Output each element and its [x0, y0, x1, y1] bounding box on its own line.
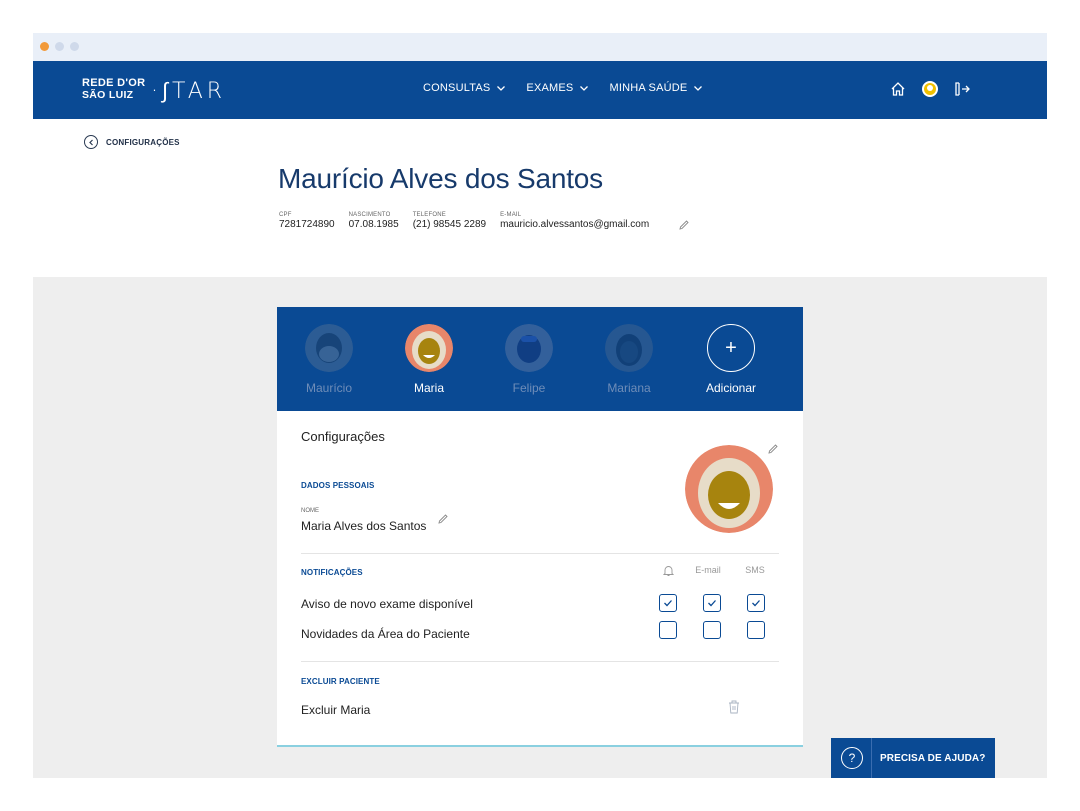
window-minimize-dot[interactable]: [55, 42, 64, 51]
mauricio-avatar: [305, 324, 353, 372]
meta-email-key: E-MAIL: [500, 212, 522, 218]
menu-consultas[interactable]: CONSULTAS: [423, 82, 506, 94]
checkbox-new-exam-email[interactable]: [703, 594, 721, 612]
tab-felipe[interactable]: Felipe: [489, 324, 569, 395]
menu-minha-saude[interactable]: MINHA SAÚDE: [609, 82, 703, 94]
divider: [301, 661, 779, 662]
rede-dor-logo[interactable]: REDE D'OR SÃO LUIZ: [82, 77, 145, 101]
felipe-avatar: [505, 324, 553, 372]
meta-nascimento: NASCIMENTO 07.08.1985: [349, 212, 399, 230]
window-chrome: [33, 33, 1047, 61]
personal-data-heading: DADOS PESSOAIS: [301, 481, 375, 490]
tab-add-patient[interactable]: + Adicionar: [691, 324, 771, 395]
window-close-dot[interactable]: [40, 42, 49, 51]
tab-felipe-label: Felipe: [512, 381, 546, 395]
meta-cpf-key: CPF: [279, 212, 292, 218]
checkbox-news-sms[interactable]: [747, 621, 765, 639]
meta-nascimento-value: 07.08.1985: [348, 219, 399, 230]
checkbox-news-push[interactable]: [659, 621, 677, 639]
settings-title: Configurações: [301, 429, 385, 444]
pencil-icon[interactable]: [437, 513, 449, 525]
window-maximize-dot[interactable]: [70, 42, 79, 51]
tab-maria[interactable]: Maria: [389, 324, 469, 395]
menu-exames[interactable]: EXAMES: [526, 82, 589, 94]
trash-icon[interactable]: [727, 699, 741, 715]
delete-patient-heading: EXCLUIR PACIENTE: [301, 677, 380, 686]
meta-email: E-MAIL mauricio.alvessantos@gmail.com: [500, 212, 649, 230]
menu-consultas-label: CONSULTAS: [423, 82, 491, 94]
check-icon: [752, 600, 760, 607]
pencil-icon[interactable]: [767, 443, 779, 455]
maria-avatar: [405, 324, 453, 372]
chevron-down-icon: [580, 86, 589, 91]
col-sms: SMS: [745, 565, 765, 575]
bell-icon: [662, 566, 675, 576]
divider: [301, 553, 779, 554]
main-menu: CONSULTAS EXAMES MINHA SAÚDE: [423, 82, 703, 94]
meta-cpf: CPF 7281724890: [279, 212, 335, 230]
pencil-icon[interactable]: [678, 219, 690, 231]
check-icon: [708, 600, 716, 607]
tab-mauricio-label: Maurício: [305, 381, 352, 395]
patient-settings-card: Maurício Maria Felipe Mariana + Adiciona…: [277, 307, 803, 747]
home-icon[interactable]: [889, 80, 907, 98]
chevron-down-icon: [497, 86, 506, 91]
meta-email-value: mauricio.alvessantos@gmail.com: [500, 219, 650, 230]
mariana-avatar: [605, 324, 653, 372]
browser-window: REDE D'OR SÃO LUIZ ·∫TAR CONSULTAS EXAME…: [33, 33, 1047, 778]
meta-cpf-value: 7281724890: [279, 219, 335, 230]
tab-maria-label: Maria: [413, 381, 444, 395]
help-button[interactable]: ? PRECISA DE AJUDA?: [831, 738, 995, 778]
checkbox-new-exam-push[interactable]: [659, 594, 677, 612]
logo-line-1: REDE D'OR: [82, 77, 146, 89]
check-icon: [664, 600, 672, 607]
delete-patient-action[interactable]: Excluir Maria: [301, 703, 370, 717]
logo-line-2: SÃO LUIZ: [82, 89, 134, 101]
user-avatar-icon[interactable]: [921, 80, 939, 98]
menu-exames-label: EXAMES: [526, 82, 574, 94]
help-question-icon: ?: [841, 747, 863, 769]
meta-telefone-key: TELEFONE: [412, 212, 446, 218]
help-divider: [871, 738, 872, 778]
col-email: E-mail: [695, 565, 721, 575]
logout-icon[interactable]: [953, 80, 971, 98]
meta-telefone: TELEFONE (21) 98545 2289: [413, 212, 486, 230]
star-logo[interactable]: ·∫TAR: [151, 78, 226, 104]
back-arrow-icon: [84, 135, 98, 149]
notif-row-news: Novidades da Área do Paciente: [301, 627, 470, 641]
tab-add-label: Adicionar: [705, 381, 757, 395]
plus-icon: +: [707, 324, 755, 372]
back-to-settings[interactable]: CONFIGURAÇÕES: [84, 135, 180, 149]
menu-minha-saude-label: MINHA SAÚDE: [609, 82, 688, 94]
patient-tabs: Maurício Maria Felipe Mariana + Adiciona…: [277, 307, 803, 411]
notif-row-new-exam: Aviso de novo exame disponível: [301, 597, 473, 611]
patient-meta: CPF 7281724890 NASCIMENTO 07.08.1985 TEL…: [279, 212, 649, 230]
tab-mauricio[interactable]: Maurício: [289, 324, 369, 395]
tab-mariana-label: Mariana: [607, 381, 651, 395]
tab-mariana[interactable]: Mariana: [589, 324, 669, 395]
chevron-down-icon: [694, 86, 703, 91]
back-label: CONFIGURAÇÕES: [106, 137, 180, 147]
checkbox-new-exam-sms[interactable]: [747, 594, 765, 612]
notifications-heading: NOTIFICAÇÕES: [301, 568, 363, 577]
name-field-key: NOME: [301, 508, 319, 514]
profile-avatar: [685, 445, 773, 533]
top-navbar: REDE D'OR SÃO LUIZ ·∫TAR CONSULTAS EXAME…: [33, 61, 1047, 119]
name-field-value: Maria Alves dos Santos: [301, 519, 427, 533]
nav-icon-group: [889, 80, 971, 98]
checkbox-news-email[interactable]: [703, 621, 721, 639]
page-title: Maurício Alves dos Santos: [278, 163, 603, 194]
meta-nascimento-key: NASCIMENTO: [348, 212, 391, 218]
meta-telefone-value: (21) 98545 2289: [412, 219, 487, 230]
help-label: PRECISA DE AJUDA?: [880, 752, 986, 764]
